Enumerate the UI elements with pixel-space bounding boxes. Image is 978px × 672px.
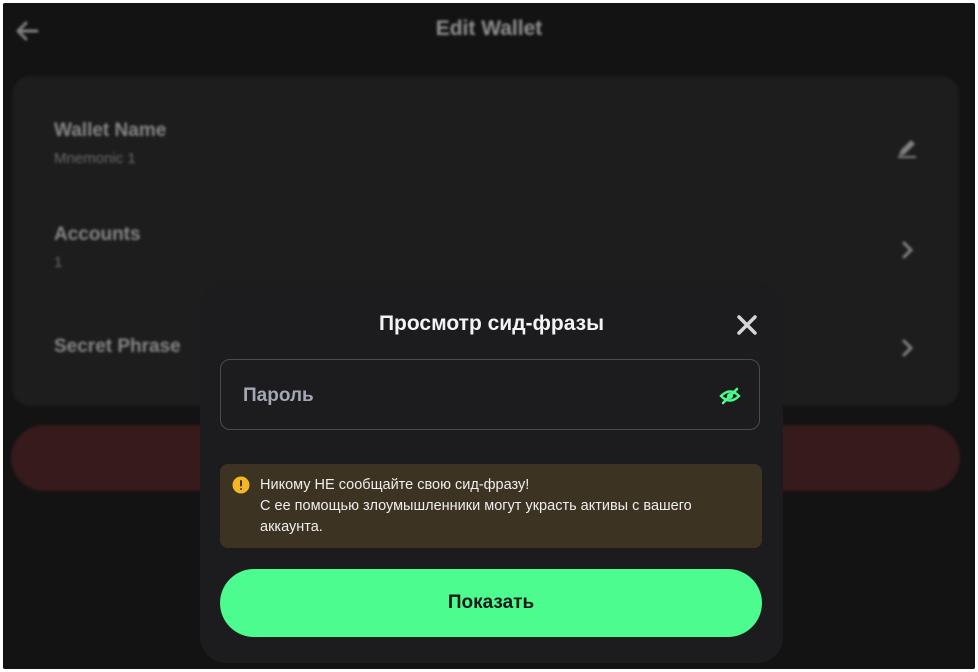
warning-line-1: Никому НЕ сообщайте свою сид-фразу! [260, 477, 530, 493]
warning-line-2: С ее помощью злоумышленники могут украст… [260, 498, 692, 535]
password-field[interactable] [220, 359, 760, 431]
app-screen: Edit Wallet Wallet Name Mnemonic 1 Accou… [3, 3, 975, 669]
security-warning: Никому НЕ сообщайте свою сид-фразу! С ее… [220, 464, 762, 548]
password-input[interactable] [241, 360, 685, 431]
view-seed-phrase-modal: Просмотр сид-фразы Никому НЕ сообщайте с… [200, 282, 783, 663]
eye-off-icon[interactable] [718, 384, 742, 408]
modal-title: Просмотр сид-фразы [378, 312, 605, 335]
warning-text: Никому НЕ сообщайте свою сид-фразу! С ее… [260, 475, 755, 538]
warning-icon [232, 476, 250, 494]
close-icon[interactable] [735, 313, 759, 337]
show-button[interactable]: Показать [220, 569, 762, 637]
